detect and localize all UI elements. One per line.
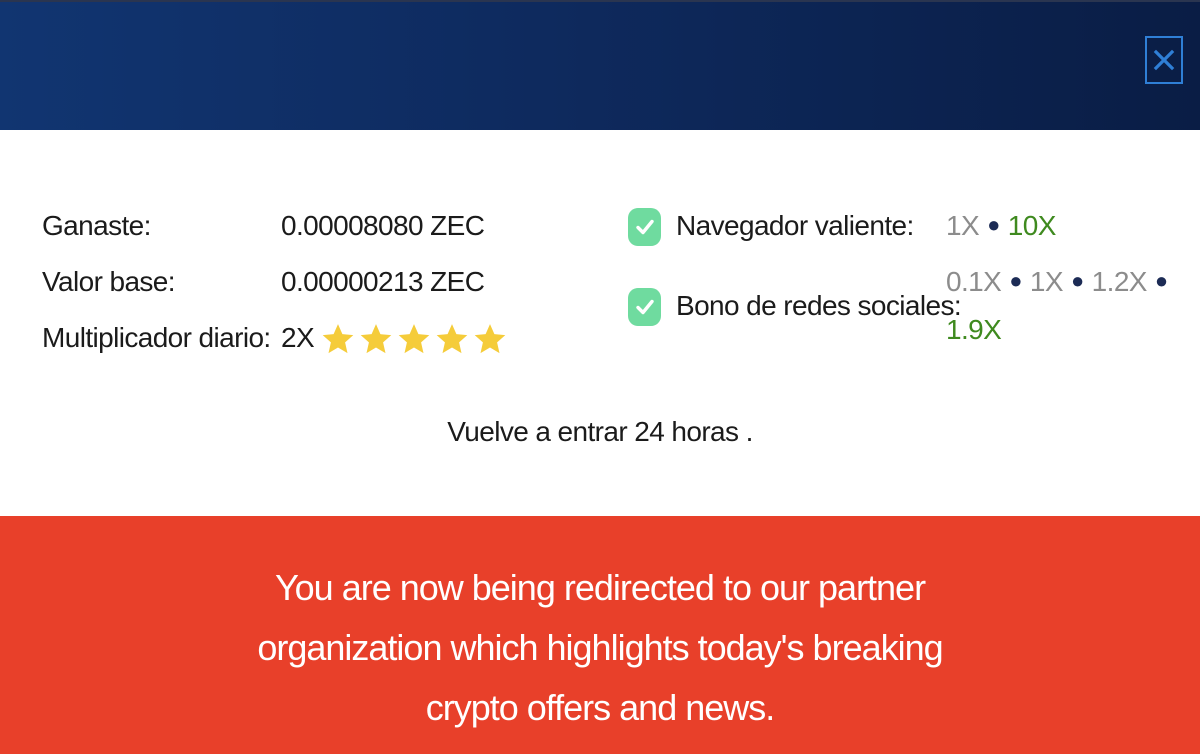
bonus-label-brave: Navegador valiente: <box>676 210 914 241</box>
modal-header <box>0 0 1200 130</box>
bonus-multipliers-social: 0.1X ● 1X ● 1.2X ● <box>946 268 1176 296</box>
star-icon <box>322 324 354 354</box>
earned-label: Ganaste: <box>42 210 151 241</box>
multiplier-option: 1X <box>946 210 980 241</box>
separator-dot: ● <box>1009 268 1022 293</box>
star-icon <box>474 324 506 354</box>
separator-dot: ● <box>1154 268 1168 293</box>
bonus-label-social: Bono de redes sociales: <box>676 290 962 321</box>
star-icon <box>436 324 468 354</box>
daily-multiplier-label: Multiplicador diario: <box>42 322 271 353</box>
bonus-checkbox-social <box>628 288 661 326</box>
multiplier-option-active: 10X <box>1007 210 1057 241</box>
multiplier-option: 1.2X <box>1091 266 1148 297</box>
daily-stars <box>321 322 507 356</box>
close-button[interactable] <box>1145 36 1183 84</box>
bonus-multiplier-social-active: 1.9X <box>946 314 1002 345</box>
multiplier-option: 0.1X <box>946 266 1002 297</box>
star-icon <box>360 324 392 354</box>
separator-dot: ● <box>987 212 1000 237</box>
return-message: Vuelve a entrar 24 horas . <box>447 416 753 447</box>
base-value-label: Valor base: <box>42 266 176 297</box>
multiplier-option: 1X <box>1029 266 1064 297</box>
earned-value: 0.00008080 ZEC <box>281 210 485 241</box>
close-icon <box>1153 49 1175 71</box>
base-value: 0.00000213 ZEC <box>281 266 485 297</box>
multiplier-option-active: 1.9X <box>946 314 1002 345</box>
daily-multiplier-value: 2X <box>281 322 315 353</box>
separator-dot: ● <box>1070 268 1084 293</box>
redirect-message: You are now being redirected to our part… <box>257 567 943 728</box>
redirect-banner: You are now being redirected to our part… <box>0 516 1200 754</box>
checkmark-icon <box>635 299 654 315</box>
bonus-checkbox-brave <box>628 208 661 246</box>
bonus-multipliers-brave: 1X ● 10X <box>946 212 1056 240</box>
star-icon <box>398 324 430 354</box>
checkmark-icon <box>635 219 654 235</box>
